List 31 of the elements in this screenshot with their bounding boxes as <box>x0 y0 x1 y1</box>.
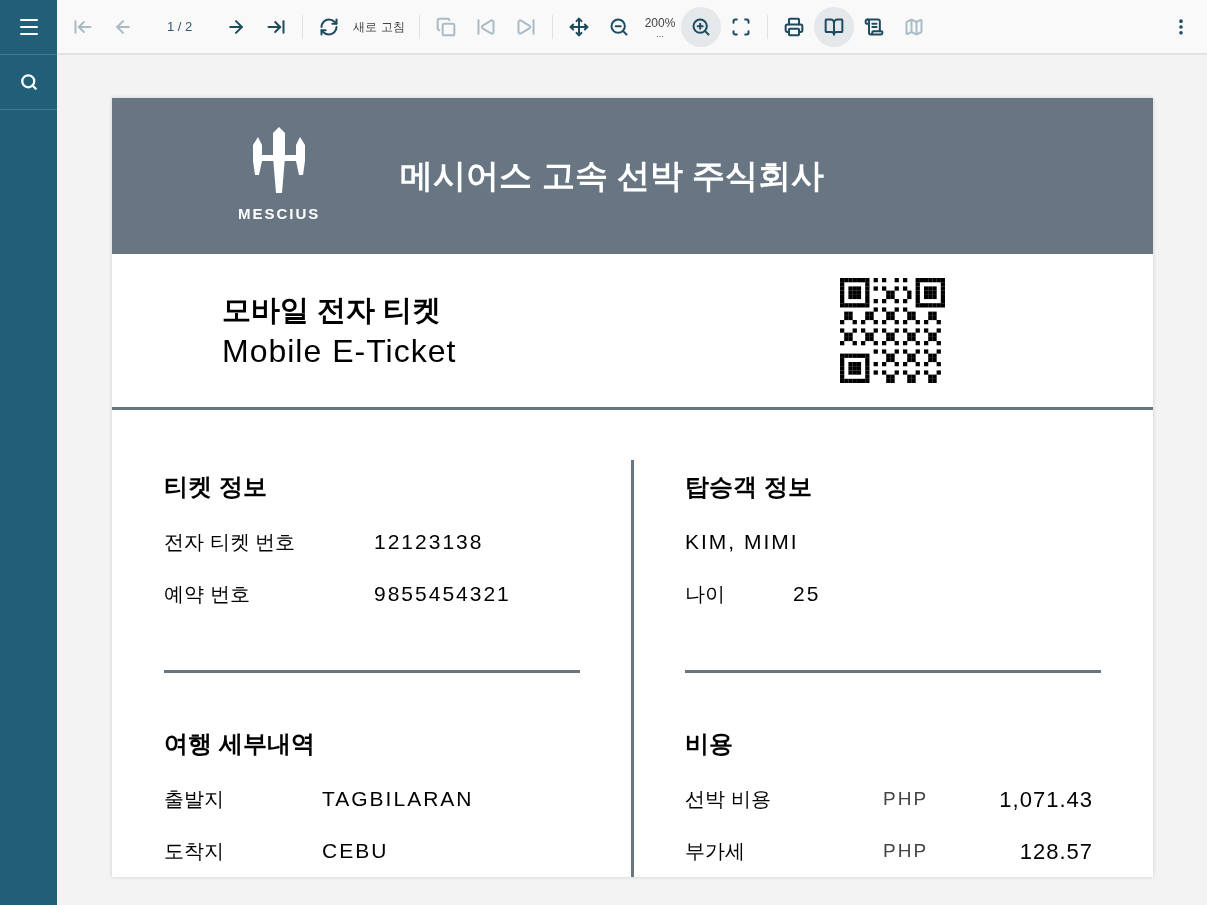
ticket-title: 모바일 전자 티켓 <box>222 292 443 328</box>
qr-code-icon <box>840 278 945 383</box>
passenger-name: KIM, MIMI <box>685 529 799 556</box>
section-title: 티켓 정보 <box>164 472 268 502</box>
field-value: TAGBILARAN <box>322 786 474 813</box>
page-indicator[interactable]: 1 / 2 <box>167 16 193 37</box>
section-title: 비용 <box>685 729 734 759</box>
section-title: 탑승객 정보 <box>685 472 813 502</box>
company-name: 메시어스 고속 선박 주식회사 <box>400 156 824 197</box>
zoom-menu-dots[interactable]: ... <box>656 29 664 38</box>
currency: PHP <box>883 838 929 863</box>
field-label: 나이 <box>685 582 726 607</box>
zoom-value[interactable]: 200% <box>644 15 676 30</box>
logo-text: MESCIUS <box>238 203 321 224</box>
section-title: 여행 세부내역 <box>164 729 316 759</box>
field-label: 전자 티켓 번호 <box>164 530 297 555</box>
cost-label: 선박 비용 <box>685 787 772 812</box>
field-value: 25 <box>793 581 821 608</box>
field-value: 12123138 <box>374 529 484 556</box>
search-icon[interactable] <box>19 73 38 91</box>
field-label: 예약 번호 <box>164 582 251 607</box>
ticket-subtitle: Mobile E-Ticket <box>222 331 457 371</box>
cost-amount: 128.57 <box>1019 837 1093 866</box>
cost-amount: 1,071.43 <box>999 785 1093 814</box>
field-value: 9855454321 <box>374 581 511 608</box>
field-value: CEBU <box>322 838 389 865</box>
field-label: 도착지 <box>164 839 225 864</box>
field-label: 출발지 <box>164 787 225 812</box>
cost-label: 부가세 <box>685 839 746 864</box>
currency: PHP <box>883 786 929 811</box>
refresh-label: 새로 고침 <box>353 18 405 36</box>
